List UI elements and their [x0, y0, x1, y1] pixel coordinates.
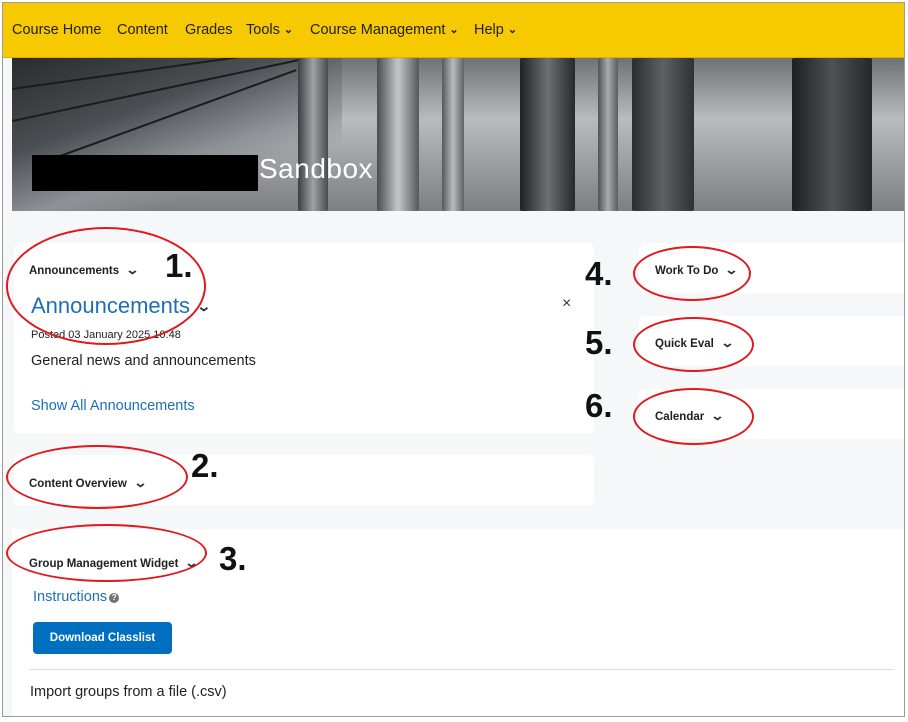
homepage-main: Announcements ⌄ Announcements ⌄ × Posted 0… [12, 211, 904, 716]
quick-eval-widget-title[interactable]: Quick Eval ⌄ [655, 335, 735, 351]
annotation-number: 2. [191, 447, 219, 484]
announcements-widget-title[interactable]: Announcements ⌄ [29, 262, 140, 278]
widget-title-label: Content Overview [29, 478, 127, 490]
nav-course-management[interactable]: Course Management ⌄ [310, 22, 459, 38]
group-management-widget: Group Management Widget ⌄ Instructions? D… [12, 529, 904, 716]
banner-pillar [377, 58, 419, 211]
banner-pillar [598, 58, 618, 211]
banner-pillar [632, 58, 694, 211]
nav-label: Grades [185, 22, 233, 38]
chevron-down-icon: ⌄ [196, 298, 212, 314]
banner-pillar [298, 58, 328, 211]
annotation-number: 5. [585, 324, 613, 361]
nav-tools[interactable]: Tools ⌄ [246, 22, 293, 38]
group-management-widget-title[interactable]: Group Management Widget ⌄ [29, 555, 199, 571]
screenshot-frame: Course Home Content Grades Tools ⌄ Course… [2, 2, 905, 717]
nav-label: Help [474, 22, 504, 38]
annotation-number: 6. [585, 387, 613, 424]
banner-pillar [520, 58, 575, 211]
announcement-heading[interactable]: Announcements ⌄ [31, 293, 212, 319]
chevron-down-icon: ⌄ [125, 262, 140, 277]
import-groups-label: Import groups from a file (.csv) [30, 684, 227, 700]
close-icon[interactable]: × [562, 295, 571, 313]
annotation-number: 3. [219, 540, 247, 577]
content-overview-widget-title[interactable]: Content Overview ⌄ [29, 475, 148, 491]
annotation-number: 1. [165, 247, 193, 284]
announcement-body: General news and announcements [31, 353, 256, 369]
annotation-number: 4. [585, 255, 613, 292]
calendar-widget: Calendar ⌄ [639, 389, 904, 439]
chevron-down-icon: ⌄ [710, 408, 725, 423]
redaction-box [32, 155, 258, 191]
banner-pillar [792, 58, 872, 211]
content-overview-widget: Content Overview ⌄ [14, 455, 594, 505]
work-to-do-widget-title[interactable]: Work To Do ⌄ [655, 262, 740, 278]
nav-help[interactable]: Help ⌄ [474, 22, 517, 38]
course-navbar: Course Home Content Grades Tools ⌄ Course… [3, 3, 904, 58]
widget-title-label: Work To Do [655, 265, 719, 277]
instructions-label: Instructions [33, 589, 108, 605]
nav-label: Course Home [12, 22, 102, 38]
chevron-down-icon: ⌄ [720, 335, 735, 350]
chevron-down-icon: ⌄ [133, 475, 148, 490]
widget-title-label: Quick Eval [655, 338, 714, 350]
work-to-do-widget: Work To Do ⌄ [639, 243, 904, 293]
nav-label: Course Management [310, 22, 446, 38]
nav-content[interactable]: Content [117, 22, 168, 38]
download-classlist-button[interactable]: Download Classlist [33, 622, 172, 654]
course-title: Sandbox [259, 153, 374, 184]
widget-title-label: Announcements [29, 265, 120, 277]
chevron-down-icon: ⌄ [724, 262, 740, 277]
nav-label: Content [117, 22, 168, 38]
course-banner: Sandbox [12, 58, 904, 211]
widget-title-label: Group Management Widget [29, 558, 179, 570]
quick-eval-widget: Quick Eval ⌄ [639, 316, 904, 366]
calendar-widget-title[interactable]: Calendar ⌄ [655, 408, 725, 424]
nav-grades[interactable]: Grades [185, 22, 233, 38]
banner-pillar [442, 58, 464, 211]
instructions-link[interactable]: Instructions? [33, 589, 120, 605]
announcements-widget: Announcements ⌄ Announcements ⌄ × Posted 0… [14, 243, 594, 433]
widget-title-label: Calendar [655, 411, 705, 423]
announcement-date: Posted 03 January 2025 10:48 [31, 329, 181, 341]
chevron-down-icon: ⌄ [283, 24, 294, 36]
nav-label: Tools [246, 22, 280, 38]
chevron-down-icon: ⌄ [449, 24, 459, 36]
section-divider [29, 669, 894, 670]
show-all-announcements-link[interactable]: Show All Announcements [31, 398, 195, 414]
chevron-down-icon: ⌄ [184, 555, 199, 570]
help-icon: ? [109, 593, 120, 603]
chevron-down-icon: ⌄ [507, 24, 518, 36]
announcement-heading-label: Announcements [31, 293, 190, 318]
nav-course-home[interactable]: Course Home [12, 22, 101, 38]
